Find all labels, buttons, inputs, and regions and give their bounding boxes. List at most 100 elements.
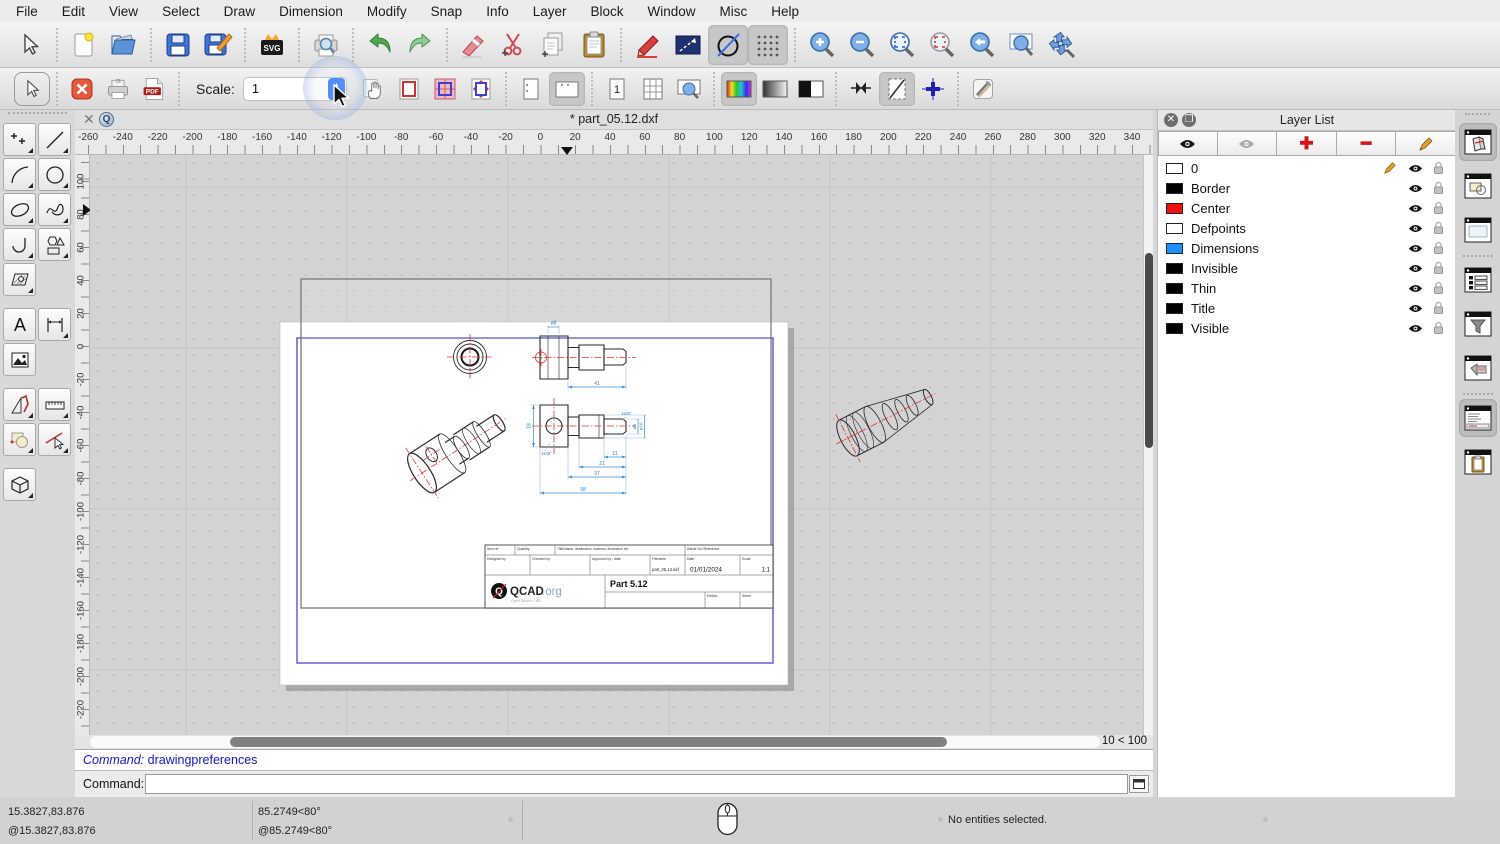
menu-item[interactable]: Info	[486, 4, 509, 19]
line-tool-button[interactable]	[38, 123, 71, 156]
spline-tool-button[interactable]	[38, 193, 71, 226]
layer-lock-icon[interactable]	[1433, 221, 1444, 238]
menu-item[interactable]: Help	[771, 4, 799, 19]
remove-layer-button[interactable]: ━	[1336, 131, 1397, 156]
layer-visibility-icon[interactable]	[1408, 302, 1423, 317]
layer-row[interactable]: Defpoints	[1158, 218, 1456, 238]
layer-row[interactable]: Dimensions	[1158, 238, 1456, 258]
menu-item[interactable]: Edit	[62, 4, 85, 19]
menu-item[interactable]: Draw	[224, 4, 256, 19]
print-button[interactable]	[100, 72, 136, 106]
close-print-preview-button[interactable]	[64, 72, 100, 106]
layer-visibility-icon[interactable]	[1408, 162, 1423, 177]
command-input[interactable]	[145, 774, 1128, 794]
snap-tool-button[interactable]	[38, 423, 71, 456]
horizontal-scrollbar[interactable]: 10 < 100	[75, 735, 1153, 749]
save-button[interactable]	[158, 25, 198, 65]
views-toggle[interactable]	[1459, 211, 1497, 249]
grayscale-button[interactable]	[757, 72, 793, 106]
layer-lock-icon[interactable]	[1433, 281, 1444, 298]
copy-button[interactable]	[534, 25, 574, 65]
black-white-button[interactable]	[793, 72, 829, 106]
menu-item[interactable]: Snap	[431, 4, 463, 19]
menu-item[interactable]: Modify	[367, 4, 407, 19]
layer-visibility-icon[interactable]	[1408, 262, 1423, 277]
multi-page-borders-button[interactable]	[427, 72, 463, 106]
zoom-in-button[interactable]	[802, 25, 842, 65]
preferences-button[interactable]	[965, 72, 1001, 106]
zoom-selection-button[interactable]	[922, 25, 962, 65]
measure-tool-button[interactable]	[38, 388, 71, 421]
polyline-tool-button[interactable]	[3, 228, 36, 261]
save-as-button[interactable]	[198, 25, 238, 65]
multi-page-button[interactable]	[635, 72, 671, 106]
zoom-extents-button[interactable]	[882, 25, 922, 65]
property-pencil-button[interactable]	[628, 25, 668, 65]
layer-lock-icon[interactable]	[1433, 161, 1444, 178]
layer-lock-icon[interactable]	[1433, 301, 1444, 318]
shape-tool-button[interactable]	[38, 228, 71, 261]
layer-visibility-icon[interactable]	[1408, 282, 1423, 297]
solid-tool-button[interactable]	[3, 468, 36, 501]
selection-tool-button[interactable]	[10, 25, 50, 65]
sidebar-handle[interactable]	[1465, 113, 1490, 119]
open-file-button[interactable]	[104, 25, 144, 65]
layer-row[interactable]: Thin	[1158, 278, 1456, 298]
menu-item[interactable]: Select	[162, 4, 200, 19]
layer-visibility-icon[interactable]	[1408, 182, 1423, 197]
layer-lock-icon[interactable]	[1433, 241, 1444, 258]
modify-tool-button[interactable]	[3, 388, 36, 421]
menu-item[interactable]: Block	[591, 4, 624, 19]
circle-slash-button[interactable]	[708, 24, 748, 65]
draft-mode-button[interactable]	[878, 71, 915, 106]
hide-all-layers-button[interactable]	[1217, 131, 1278, 156]
pan-button[interactable]	[1042, 25, 1082, 65]
undo-button[interactable]	[360, 25, 400, 65]
layer-row[interactable]: Center	[1158, 198, 1456, 218]
show-all-layers-button[interactable]	[1158, 131, 1218, 156]
layer-row[interactable]: Invisible	[1158, 258, 1456, 278]
zoom-previous-button[interactable]	[962, 25, 1002, 65]
layer-row[interactable]: Border	[1158, 178, 1456, 198]
menu-item[interactable]: Layer	[533, 4, 567, 19]
layer-visibility-icon[interactable]	[1408, 222, 1423, 237]
single-page-button[interactable]: 1	[599, 72, 635, 106]
full-color-button[interactable]	[720, 71, 757, 106]
palette-handle[interactable]	[8, 112, 67, 120]
auto-snap-button[interactable]	[843, 72, 879, 106]
vertical-scrollbar-thumb[interactable]	[1145, 253, 1153, 448]
layer-visibility-icon[interactable]	[1408, 202, 1423, 217]
pdf-export-button[interactable]: PDF	[136, 72, 172, 106]
selection-rect-button[interactable]	[668, 25, 708, 65]
arc-tool-button[interactable]	[3, 158, 36, 191]
zoom-window-button[interactable]	[1002, 25, 1042, 65]
menu-item[interactable]: Window	[648, 4, 696, 19]
eraser-button[interactable]	[454, 25, 494, 65]
library-browser-toggle[interactable]	[1459, 261, 1497, 299]
zoom-out-button[interactable]	[842, 25, 882, 65]
add-layer-button[interactable]: ✚	[1277, 131, 1337, 156]
menu-item[interactable]: Misc	[720, 4, 748, 19]
svg-export-button[interactable]: SVG	[252, 25, 292, 65]
cut-button[interactable]	[494, 25, 534, 65]
show-paper-borders-button[interactable]	[391, 72, 427, 106]
blocks-toggle[interactable]	[1459, 167, 1497, 205]
layer-visibility-icon[interactable]	[1408, 242, 1423, 257]
selection-tools-button[interactable]	[3, 423, 36, 456]
horizontal-scrollbar-thumb[interactable]	[230, 737, 947, 747]
ellipse-tool-button[interactable]	[3, 193, 36, 226]
grid-toggle-button[interactable]	[748, 24, 788, 65]
text-tool-button[interactable]: A	[3, 308, 36, 341]
fit-to-page-button[interactable]	[463, 72, 499, 106]
layer-lock-icon[interactable]	[1433, 201, 1444, 218]
layer-lock-icon[interactable]	[1433, 261, 1444, 278]
edit-layer-button[interactable]	[1396, 131, 1456, 156]
layer-lock-icon[interactable]	[1433, 181, 1444, 198]
menu-item[interactable]: Dimension	[279, 4, 343, 19]
property-editor-toggle[interactable]	[1458, 123, 1497, 161]
redo-button[interactable]	[400, 25, 440, 65]
points-tool-button[interactable]	[3, 123, 36, 156]
new-file-button[interactable]	[64, 25, 104, 65]
layer-row[interactable]: Title	[1158, 298, 1456, 318]
menu-item[interactable]: View	[109, 4, 138, 19]
